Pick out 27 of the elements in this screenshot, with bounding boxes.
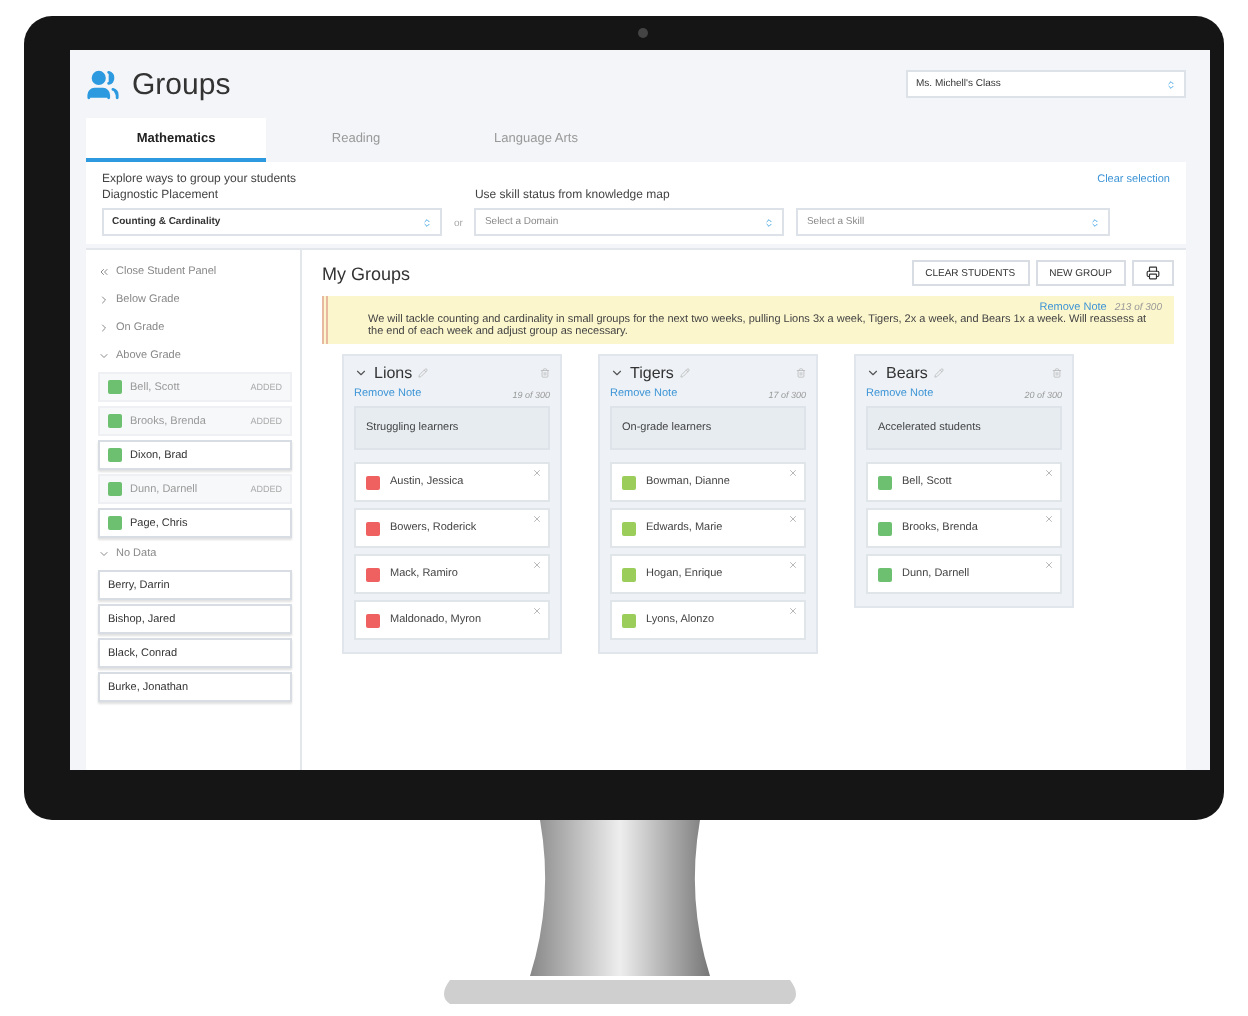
dropdown-arrow-icon <box>764 217 775 227</box>
chevron-icon[interactable] <box>866 366 880 380</box>
trash-icon[interactable] <box>796 368 806 378</box>
chevron-icon <box>98 322 110 334</box>
section-title: My Groups <box>322 263 411 283</box>
page-title: Groups <box>132 67 231 101</box>
trash-icon[interactable] <box>1052 368 1062 378</box>
chevron-icon[interactable] <box>354 366 368 380</box>
pencil-icon[interactable] <box>933 368 944 378</box>
chevron-icon <box>98 294 110 306</box>
dropdown-arrow-icon <box>422 217 432 227</box>
camera-icon <box>638 28 648 38</box>
group-name: Bears <box>886 364 928 382</box>
printer-icon <box>1146 266 1160 280</box>
chevron-icon[interactable] <box>610 366 624 380</box>
dropdown-arrow-icon <box>1090 217 1101 227</box>
double-chevron-icon <box>98 266 110 278</box>
chevron-icon <box>98 350 110 362</box>
group-name: Lions <box>374 364 413 382</box>
people-icon <box>86 67 120 101</box>
pencil-icon[interactable] <box>679 368 690 378</box>
trash-icon[interactable] <box>540 368 550 378</box>
print-button[interactable] <box>1132 260 1174 286</box>
dropdown-arrow-icon <box>1166 79 1176 89</box>
group-name: Tigers <box>630 364 674 382</box>
chevron-icon <box>98 548 110 560</box>
pencil-icon[interactable] <box>418 368 429 378</box>
